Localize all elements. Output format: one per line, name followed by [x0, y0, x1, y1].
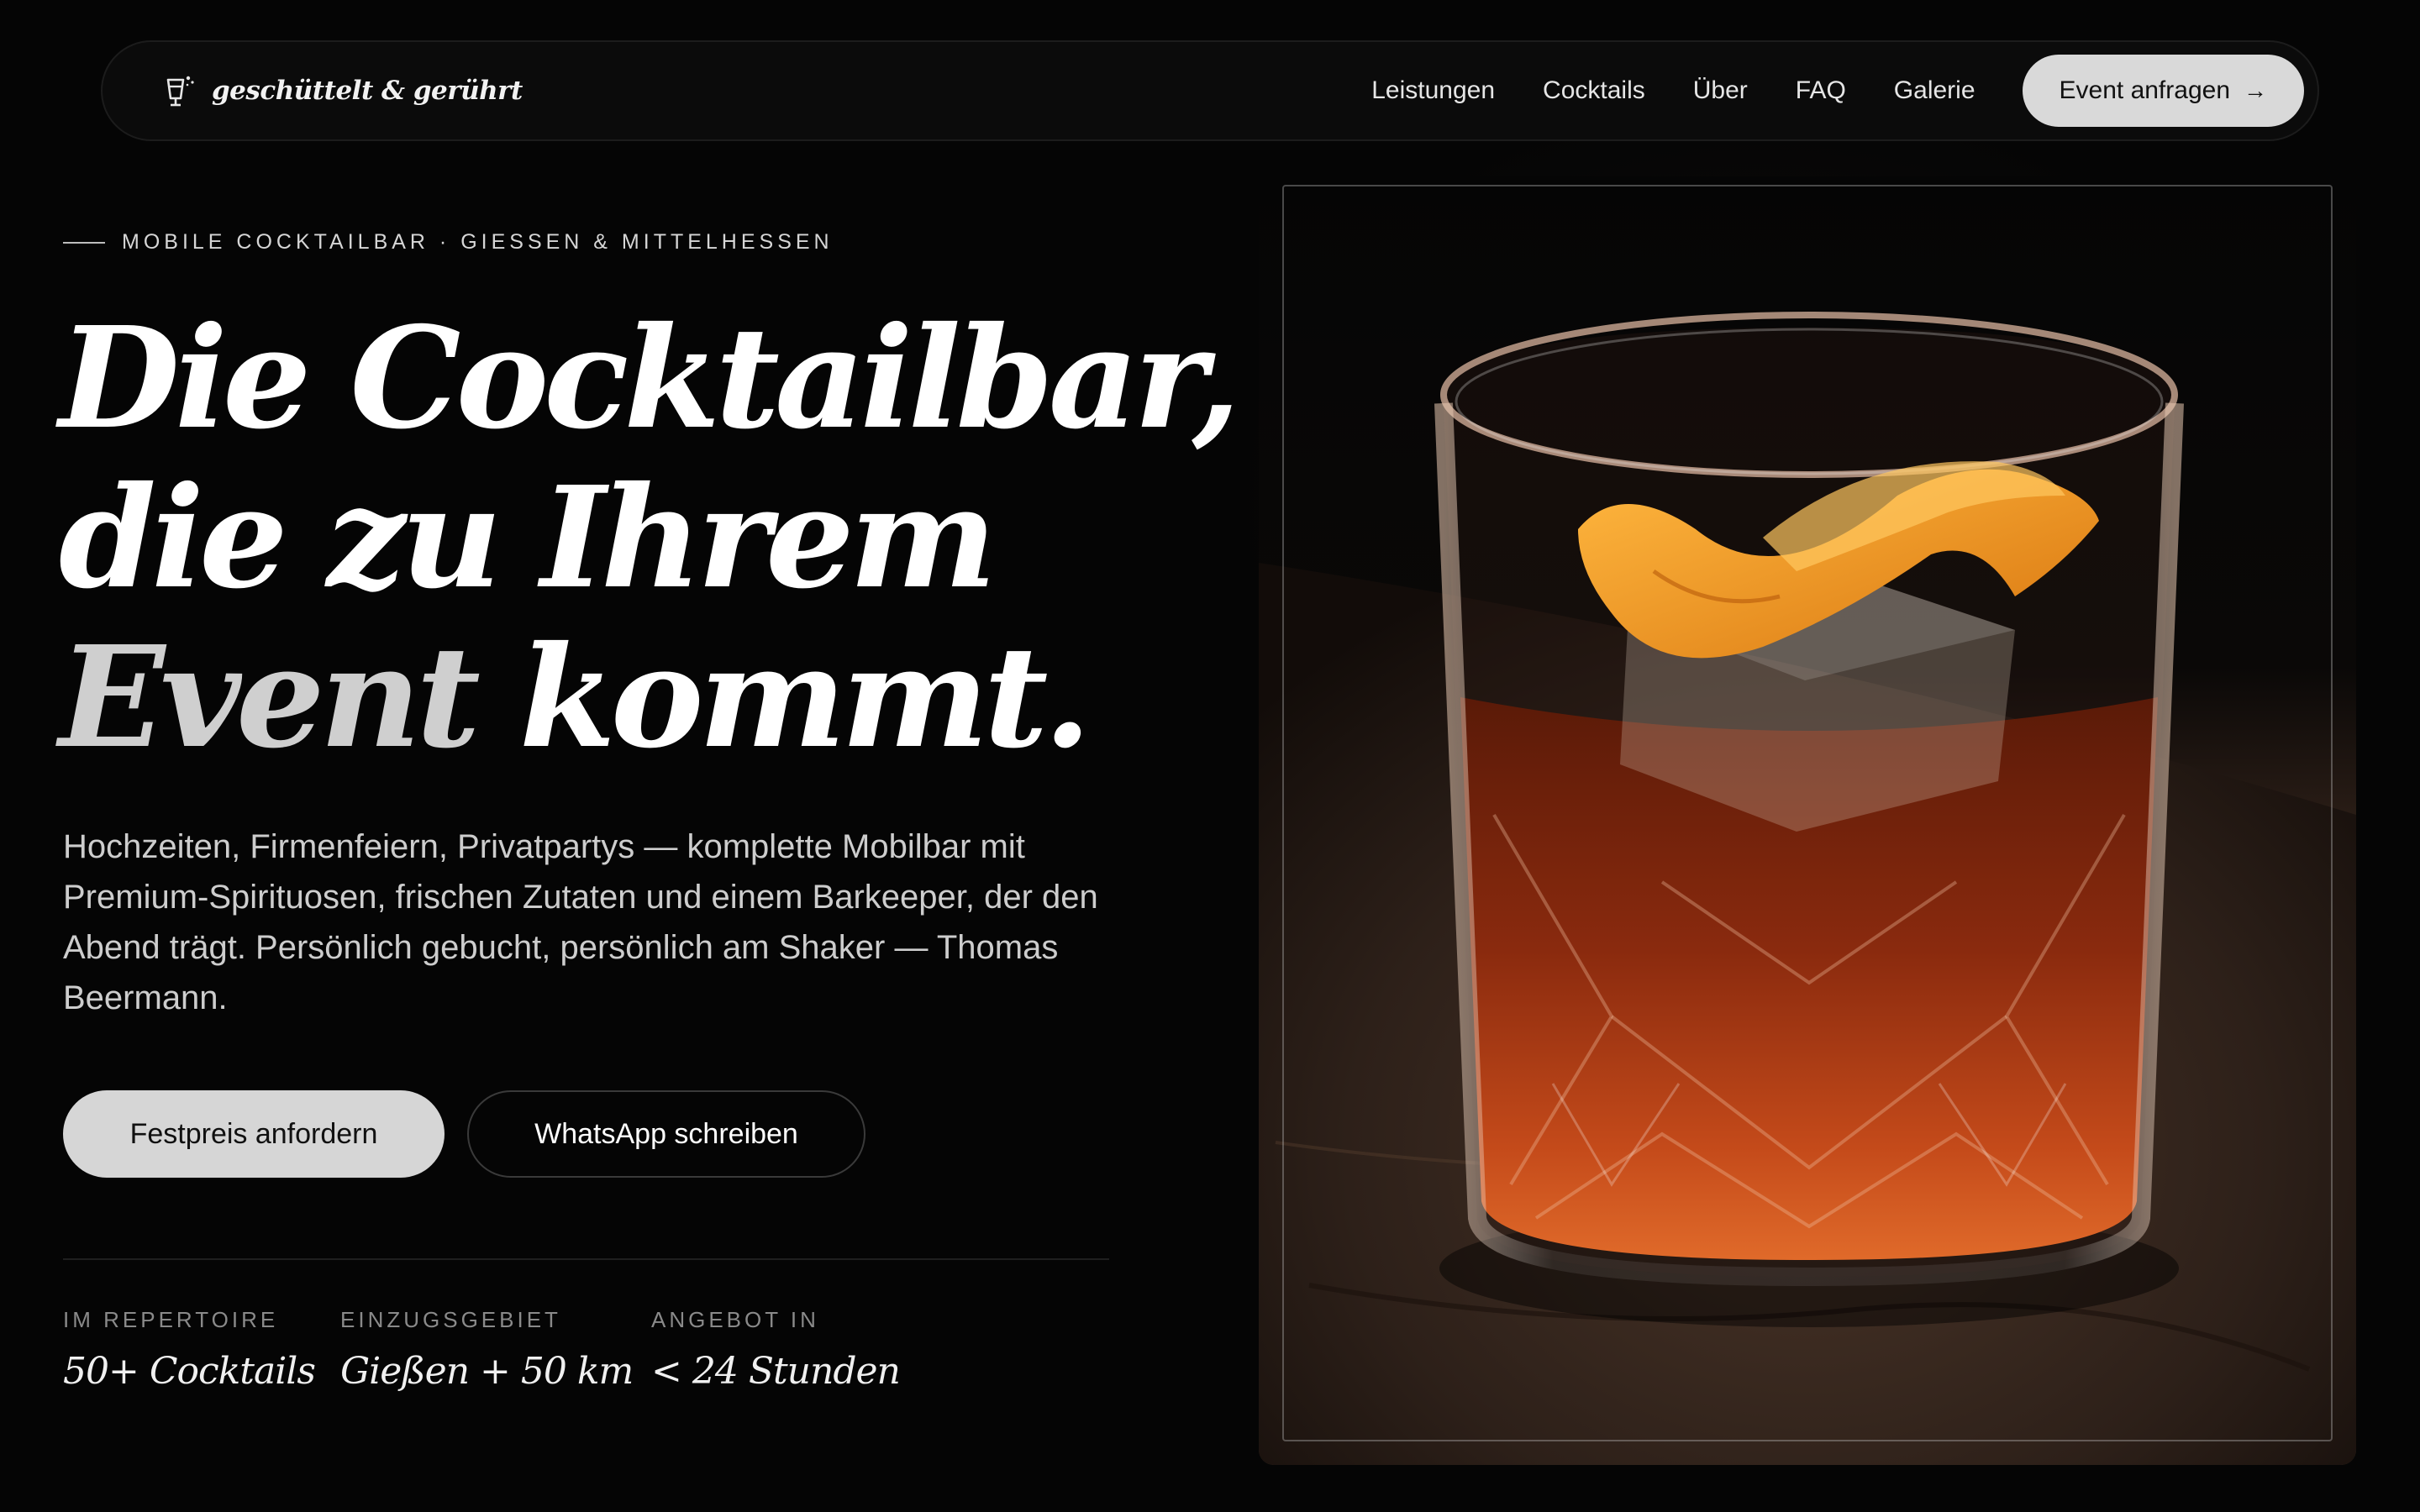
- stat-value: < 24 Stunden: [651, 1350, 901, 1393]
- stat-einzugsgebiet: EINZUGSGEBIET Gießen + 50 km: [340, 1307, 651, 1393]
- arrow-right-icon: →: [2244, 77, 2267, 103]
- hero-cocktail-photo: [1259, 176, 2356, 1465]
- stat-value: Gießen + 50 km: [340, 1350, 634, 1393]
- headline-line-1: Die Cocktailbar,: [59, 297, 1241, 460]
- brand-name: geschüttelt & gerührt: [212, 76, 523, 106]
- cocktail-glass-icon: [166, 76, 194, 107]
- eyebrow-text: MOBILE COCKTAILBAR · GIESSEN & MITTELHES…: [122, 230, 834, 254]
- top-navigation: geschüttelt & gerührt Leistungen Cocktai…: [101, 40, 2319, 141]
- hero-stats: IM REPERTOIRE 50+ Cocktails EINZUGSGEBIE…: [63, 1307, 901, 1393]
- stat-label: IM REPERTOIRE: [63, 1307, 279, 1332]
- stat-angebot: ANGEBOT IN < 24 Stunden: [651, 1307, 901, 1393]
- hero-eyebrow: MOBILE COCKTAILBAR · GIESSEN & MITTELHES…: [63, 230, 834, 255]
- nav-link-cocktails[interactable]: Cocktails: [1543, 76, 1645, 105]
- headline-kommt-word: kommt.: [518, 616, 1092, 780]
- hero-headline: Die Cocktailbar, die zu Ihrem Event komm…: [59, 297, 1241, 778]
- whatsapp-schreiben-button[interactable]: WhatsApp schreiben: [467, 1090, 865, 1178]
- headline-event-word: Event: [59, 616, 481, 780]
- brand-logo[interactable]: geschüttelt & gerührt: [163, 73, 523, 108]
- nav-link-leistungen[interactable]: Leistungen: [1371, 76, 1495, 105]
- headline-line-3: Event kommt.: [59, 618, 1151, 778]
- nav-link-faq[interactable]: FAQ: [1796, 76, 1846, 105]
- stat-value: 50+ Cocktails: [63, 1350, 316, 1393]
- eyebrow-line: [63, 241, 105, 244]
- nav-link-galerie[interactable]: Galerie: [1894, 76, 1975, 105]
- nav-link-ueber[interactable]: Über: [1693, 76, 1748, 105]
- event-anfragen-button[interactable]: Event anfragen →: [2022, 55, 2304, 127]
- nav-links: Leistungen Cocktails Über FAQ Galerie: [1371, 76, 1975, 105]
- festpreis-anfordern-button[interactable]: Festpreis anfordern: [63, 1090, 445, 1178]
- stat-label: EINZUGSGEBIET: [340, 1307, 561, 1332]
- stat-repertoire: IM REPERTOIRE 50+ Cocktails: [63, 1307, 340, 1393]
- stats-divider: [63, 1258, 1109, 1260]
- headline-line-2: die zu Ihrem: [59, 456, 997, 620]
- event-anfragen-label: Event anfragen: [2059, 76, 2230, 104]
- hero-lead-text: Hochzeiten, Firmenfeiern, Privatpartys —…: [63, 828, 1098, 1016]
- stat-label: ANGEBOT IN: [651, 1307, 819, 1332]
